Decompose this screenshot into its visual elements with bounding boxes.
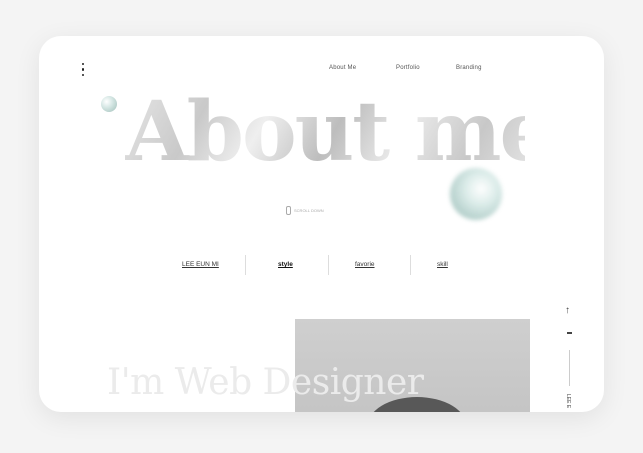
tab-divider: [410, 255, 411, 275]
tab-style[interactable]: style: [278, 261, 293, 268]
section-heading: I'm Web Designer: [107, 362, 424, 403]
nav-about-me[interactable]: About Me: [329, 65, 356, 71]
small-orb-decoration: [101, 96, 117, 112]
hero-title: About me: [125, 84, 552, 180]
tab-lee-eun-mi[interactable]: LEE EUN MI: [182, 261, 219, 268]
scroll-down-label: SCROLL DOWN: [294, 208, 324, 213]
nav-branding[interactable]: Branding: [456, 65, 482, 71]
side-line: [569, 350, 570, 386]
side-dash: [567, 332, 572, 334]
menu-dots-icon[interactable]: [79, 63, 87, 79]
page-card: About Me Portfolio Branding About me SCR…: [39, 36, 604, 412]
large-orb-decoration: [450, 168, 502, 220]
tab-favorie[interactable]: favorie: [355, 261, 375, 268]
tab-divider: [245, 255, 246, 275]
tab-divider: [328, 255, 329, 275]
scroll-down-indicator[interactable]: SCROLL DOWN: [286, 206, 324, 215]
mouse-icon: [286, 206, 291, 215]
tab-skill[interactable]: skill: [437, 261, 448, 268]
side-label: LEE E: [565, 394, 571, 409]
arrow-up-icon[interactable]: ↑: [565, 306, 570, 316]
nav-portfolio[interactable]: Portfolio: [396, 65, 420, 71]
